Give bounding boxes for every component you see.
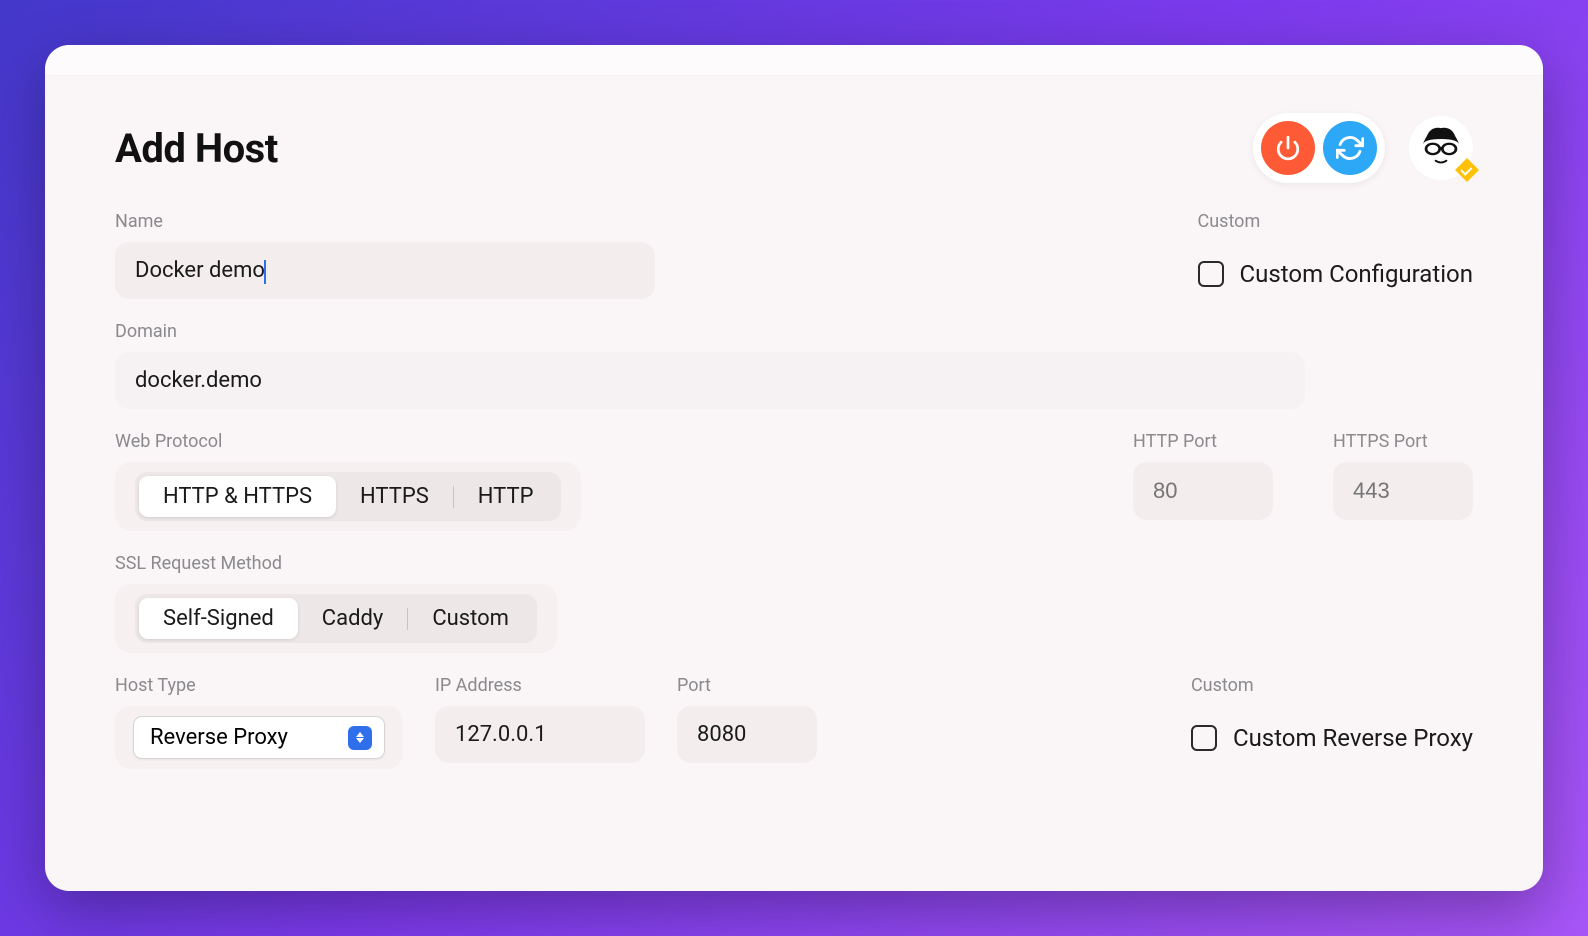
segment-self-signed[interactable]: Self-Signed bbox=[139, 598, 298, 639]
add-host-window: Add Host Name Docker demo bbox=[45, 45, 1543, 891]
chevron-up-down-icon bbox=[348, 726, 372, 750]
domain-field[interactable]: docker.demo bbox=[115, 352, 1305, 409]
ip-address-label: IP Address bbox=[435, 675, 645, 696]
segment-http[interactable]: HTTP bbox=[454, 476, 558, 517]
custom-reverse-proxy-label: Custom Reverse Proxy bbox=[1233, 724, 1473, 752]
custom-config-checkbox-row[interactable]: Custom Configuration bbox=[1198, 260, 1473, 288]
segment-http-and-https[interactable]: HTTP & HTTPS bbox=[139, 476, 336, 517]
host-type-select[interactable]: Reverse Proxy bbox=[133, 716, 385, 759]
web-protocol-segmented: HTTP & HTTPS HTTPS HTTP bbox=[135, 472, 561, 521]
ssl-method-segmented: Self-Signed Caddy Custom bbox=[135, 594, 537, 643]
web-protocol-label: Web Protocol bbox=[115, 431, 581, 452]
custom-reverse-proxy-section-label: Custom bbox=[1191, 675, 1473, 696]
custom-config-section-label: Custom bbox=[1198, 211, 1473, 232]
ip-address-group: IP Address 127.0.0.1 bbox=[435, 675, 645, 763]
refresh-icon bbox=[1336, 134, 1364, 162]
header-controls bbox=[1253, 113, 1473, 183]
power-icon bbox=[1275, 135, 1301, 161]
header: Add Host bbox=[115, 113, 1473, 183]
https-port-field[interactable] bbox=[1333, 462, 1473, 520]
page-title: Add Host bbox=[115, 125, 278, 172]
https-port-group: HTTPS Port bbox=[1333, 431, 1473, 520]
segment-caddy[interactable]: Caddy bbox=[298, 598, 408, 639]
refresh-button[interactable] bbox=[1323, 121, 1377, 175]
control-pill bbox=[1253, 113, 1385, 183]
domain-group: Domain docker.demo bbox=[115, 321, 1305, 409]
http-port-field[interactable] bbox=[1133, 462, 1273, 520]
power-button[interactable] bbox=[1261, 121, 1315, 175]
name-field[interactable]: Docker demo bbox=[115, 242, 655, 299]
custom-config-label: Custom Configuration bbox=[1240, 260, 1473, 288]
port-label: Port bbox=[677, 675, 817, 696]
ssl-method-group: SSL Request Method Self-Signed Caddy Cus… bbox=[115, 553, 557, 653]
port-field[interactable]: 8080 bbox=[677, 706, 817, 763]
http-port-group: HTTP Port bbox=[1133, 431, 1273, 520]
port-group: Port 8080 bbox=[677, 675, 817, 763]
https-port-label: HTTPS Port bbox=[1333, 431, 1473, 452]
name-group: Name Docker demo bbox=[115, 211, 655, 299]
web-protocol-group: Web Protocol HTTP & HTTPS HTTPS HTTP bbox=[115, 431, 581, 531]
avatar[interactable] bbox=[1409, 116, 1473, 180]
segment-custom-ssl[interactable]: Custom bbox=[408, 598, 533, 639]
custom-config-group: Custom Custom Configuration bbox=[1198, 211, 1473, 288]
segment-https[interactable]: HTTPS bbox=[336, 476, 453, 517]
host-type-group: Host Type Reverse Proxy bbox=[115, 675, 403, 769]
http-port-label: HTTP Port bbox=[1133, 431, 1273, 452]
custom-reverse-proxy-checkbox[interactable] bbox=[1191, 725, 1217, 751]
ssl-method-label: SSL Request Method bbox=[115, 553, 557, 574]
host-type-label: Host Type bbox=[115, 675, 403, 696]
name-label: Name bbox=[115, 211, 655, 232]
custom-config-checkbox[interactable] bbox=[1198, 261, 1224, 287]
custom-reverse-proxy-group: Custom Custom Reverse Proxy bbox=[1191, 675, 1473, 752]
custom-reverse-proxy-checkbox-row[interactable]: Custom Reverse Proxy bbox=[1191, 724, 1473, 752]
host-type-value: Reverse Proxy bbox=[150, 725, 288, 750]
domain-label: Domain bbox=[115, 321, 1305, 342]
ip-address-field[interactable]: 127.0.0.1 bbox=[435, 706, 645, 763]
